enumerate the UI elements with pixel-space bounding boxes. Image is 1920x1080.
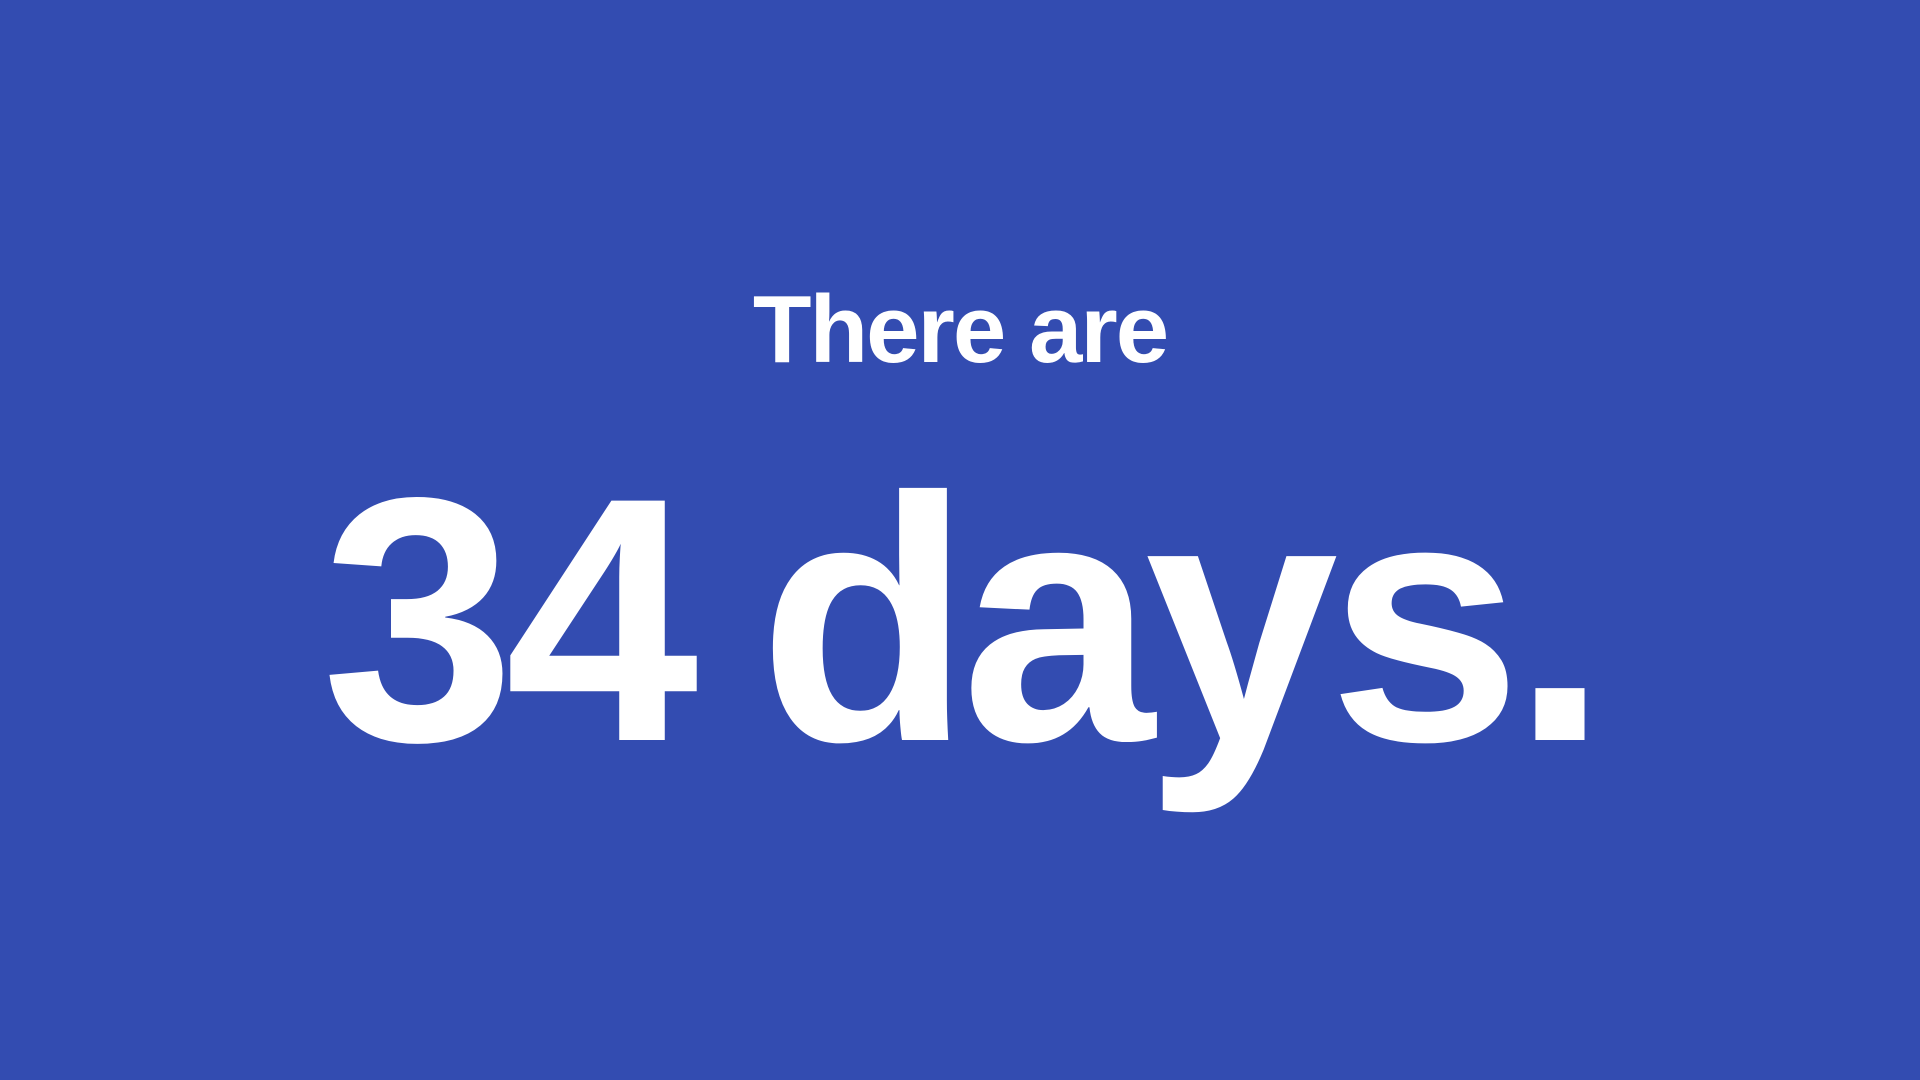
intro-text: There are xyxy=(752,276,1169,383)
day-unit: days. xyxy=(758,425,1609,814)
day-count: 34 xyxy=(321,425,699,814)
headline: 34 days. xyxy=(0,420,1920,820)
countdown-slide: There are 34 days. xyxy=(0,0,1920,1080)
